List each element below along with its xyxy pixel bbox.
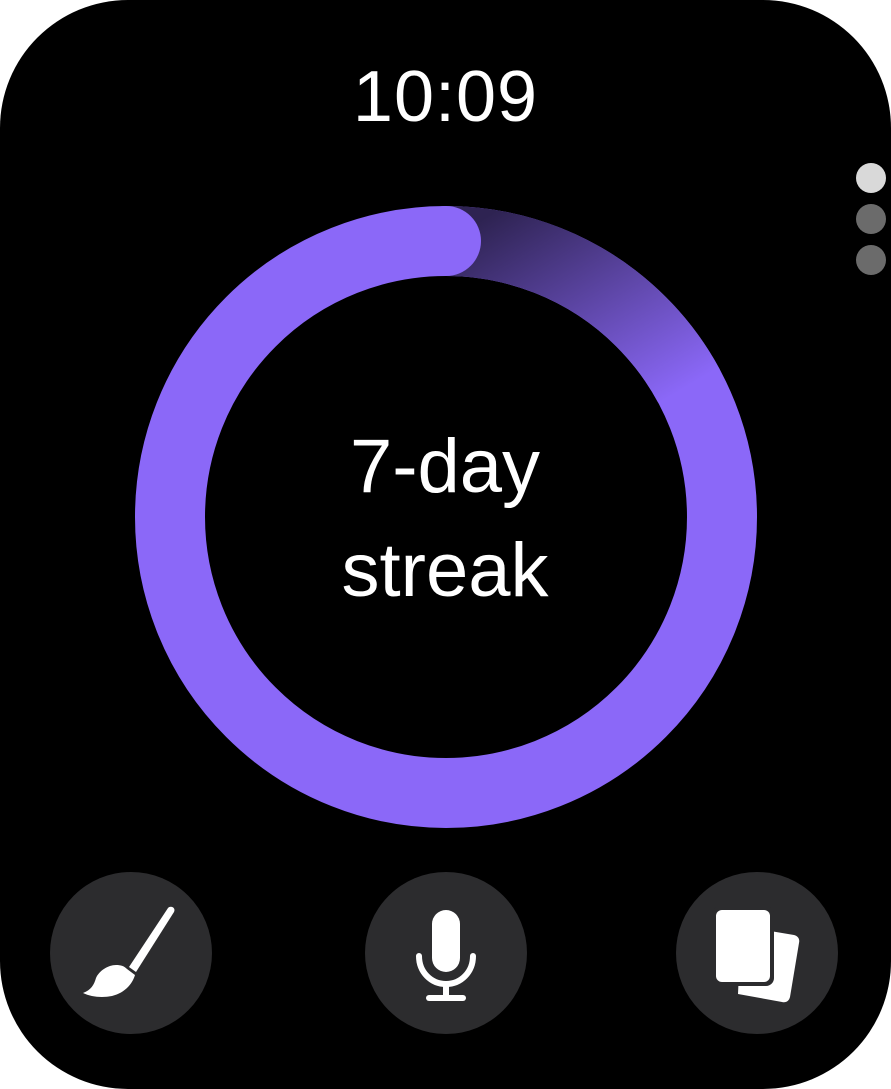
paintbrush-icon: [83, 906, 175, 997]
paint-button[interactable]: [50, 872, 212, 1034]
streak-label: 7-day streak: [245, 415, 645, 623]
streak-ring-head: [411, 206, 481, 276]
dictation-button[interactable]: [365, 872, 527, 1034]
streak-label-line2: streak: [341, 528, 549, 613]
cards-button[interactable]: [676, 872, 838, 1034]
cards-icon: [712, 906, 800, 1003]
microphone-icon: [416, 910, 476, 1001]
watch-screen: 10:09 7-day streak: [0, 0, 891, 1089]
streak-ring-overlap: [445, 206, 720, 404]
streak-label-line1: 7-day: [349, 424, 541, 509]
